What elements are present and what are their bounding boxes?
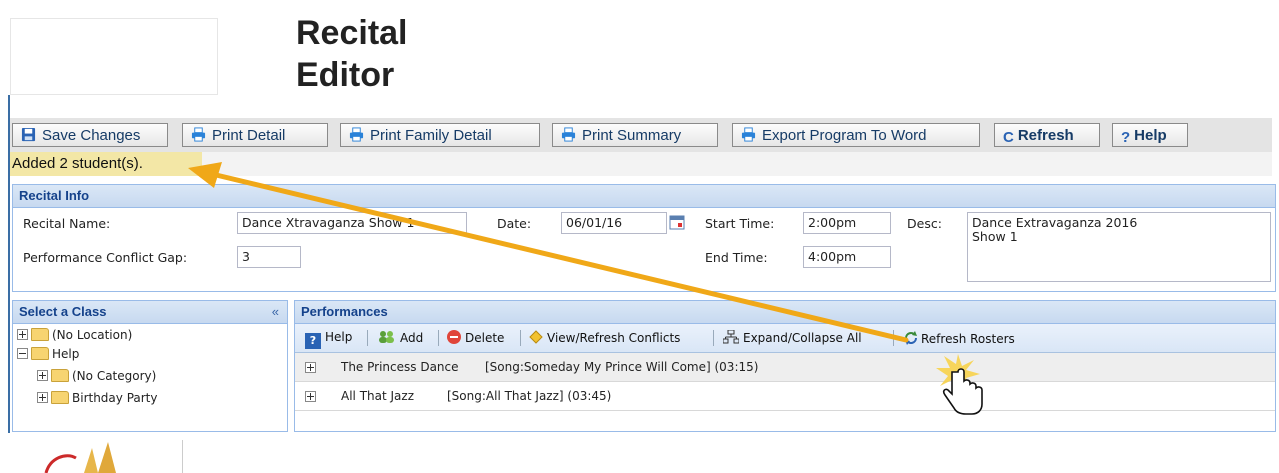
brand-logo-icon	[44, 440, 183, 473]
annotation-arrow	[188, 162, 909, 343]
pointer-hand-icon	[936, 354, 983, 415]
